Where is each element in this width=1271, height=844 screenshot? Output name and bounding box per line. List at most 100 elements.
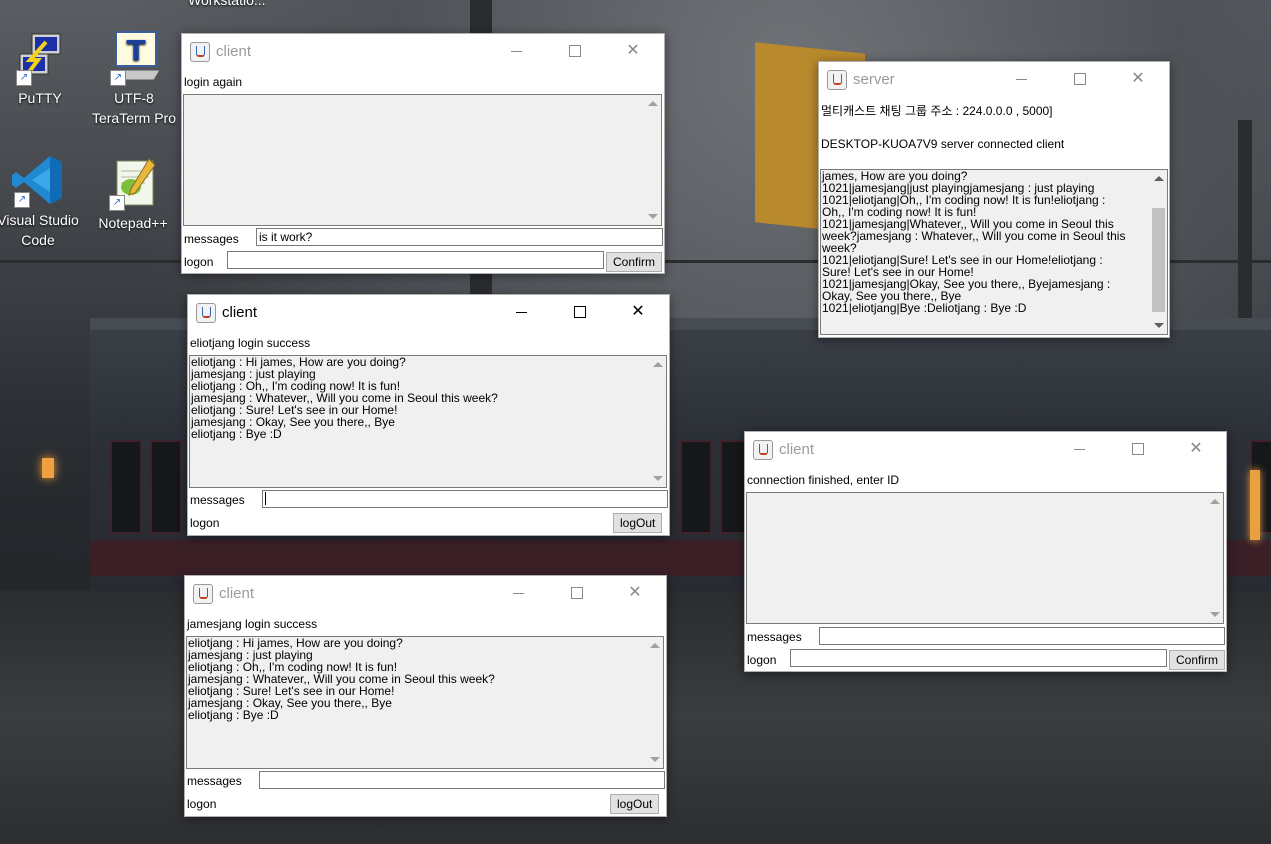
server-log[interactable]: james, How are you doing? 1021|jamesjang|… — [820, 169, 1168, 335]
scroll-up-icon[interactable] — [650, 643, 660, 648]
status-label: eliotjang login success — [190, 336, 311, 350]
maximize-button[interactable] — [1125, 438, 1151, 460]
client-window-connection-finished[interactable]: client ✕ connection finished, enter ID m… — [744, 431, 1227, 672]
minimize-button[interactable] — [506, 582, 532, 604]
scroll-up-icon[interactable] — [653, 362, 663, 367]
scroll-up-icon[interactable] — [1210, 499, 1220, 504]
shortcut-arrow-icon: ↗ — [16, 70, 32, 86]
close-button[interactable]: ✕ — [620, 40, 646, 62]
log-line: 1021|eliotjang|Bye :Deliotjang : Bye :D — [822, 301, 1027, 315]
scroll-down-icon[interactable] — [1154, 323, 1164, 328]
close-button[interactable]: ✕ — [1183, 438, 1209, 460]
shortcut-arrow-icon: ↗ — [109, 195, 125, 211]
title-bar[interactable]: client ✕ — [185, 576, 666, 610]
desktop-icon-putty[interactable]: ↗ PuTTY — [0, 30, 86, 108]
desktop-icon-label: Visual Studio Code — [0, 212, 79, 248]
chat-log[interactable] — [183, 94, 662, 226]
maximize-button[interactable] — [567, 301, 593, 323]
log-line: week?jamesjang : Whatever,, Will you com… — [822, 229, 1126, 243]
status-label: connection finished, enter ID — [747, 473, 900, 487]
log-line: eliotjang : Bye :D — [191, 427, 282, 441]
logout-button[interactable]: logOut — [613, 513, 663, 533]
minimize-button[interactable] — [504, 40, 530, 62]
title-bar[interactable]: client ✕ — [188, 295, 669, 329]
vertical-scrollbar[interactable] — [1150, 170, 1167, 334]
shortcut-arrow-icon: ↗ — [14, 192, 30, 208]
client-window-login-again[interactable]: client ✕ login again messages logon Conf… — [181, 33, 665, 274]
title-bar[interactable]: server ✕ — [819, 62, 1169, 96]
confirm-button[interactable]: Confirm — [606, 252, 663, 272]
scroll-down-icon[interactable] — [650, 757, 660, 762]
maximize-button[interactable] — [1067, 68, 1093, 90]
logon-input[interactable] — [790, 649, 1167, 667]
server-connection-status: DESKTOP-KUOA7V9 server connected client — [821, 137, 1065, 151]
close-button[interactable]: ✕ — [622, 582, 648, 604]
vscode-icon: ↗ — [10, 152, 66, 208]
svg-text:T: T — [126, 34, 145, 67]
desktop-icon-label: Notepad++ — [98, 215, 168, 231]
scroll-down-icon[interactable] — [648, 214, 658, 219]
desktop-icon-vscode[interactable]: ↗ Visual Studio Code — [0, 152, 84, 250]
close-button[interactable]: ✕ — [1125, 68, 1151, 90]
messages-label: messages — [747, 630, 802, 644]
vertical-scrollbar[interactable] — [646, 637, 663, 768]
putty-icon: ↗ — [12, 30, 68, 86]
server-window[interactable]: server ✕ 멀티캐스트 채팅 그룹 주소 : 224.0.0.0 , 50… — [818, 61, 1170, 338]
chat-log[interactable]: eliotjang : Hi james, How are you doing?… — [186, 636, 664, 769]
status-label: login again — [184, 75, 243, 89]
logon-label: logon — [184, 255, 214, 269]
chat-log-lines: eliotjang : Hi james, How are you doing?… — [191, 356, 648, 440]
scrollbar-thumb[interactable] — [1152, 208, 1165, 312]
text-caret — [265, 492, 266, 506]
vertical-scrollbar[interactable] — [649, 356, 666, 487]
minimize-button[interactable] — [1009, 68, 1035, 90]
minimize-button[interactable] — [509, 301, 535, 323]
chat-log[interactable]: eliotjang : Hi james, How are you doing?… — [189, 355, 667, 488]
desktop-icon-notepadpp[interactable]: ↗ Notepad++ — [87, 155, 179, 233]
window-title: client — [219, 585, 255, 602]
minimize-button[interactable] — [1067, 438, 1093, 460]
scroll-up-icon[interactable] — [1154, 176, 1164, 181]
client-window-jamesjang[interactable]: client ✕ jamesjang login success eliotja… — [184, 575, 667, 817]
train-window — [150, 440, 182, 534]
notepadpp-icon: ↗ — [105, 155, 161, 211]
confirm-button[interactable]: Confirm — [1169, 650, 1226, 670]
status-label: jamesjang login success — [187, 617, 318, 631]
message-input[interactable] — [819, 627, 1225, 645]
vertical-scrollbar[interactable] — [644, 95, 661, 225]
message-input[interactable] — [262, 490, 668, 508]
logon-label: logon — [747, 653, 777, 667]
server-log-lines: james, How are you doing? 1021|jamesjang|… — [822, 170, 1149, 314]
title-bar[interactable]: client ✕ — [182, 34, 664, 68]
message-input[interactable] — [259, 771, 665, 789]
message-input[interactable] — [256, 228, 663, 246]
log-line: eliotjang : Bye :D — [188, 708, 279, 722]
train-window — [110, 440, 142, 534]
scroll-up-icon[interactable] — [648, 101, 658, 106]
chat-log[interactable] — [746, 492, 1224, 624]
maximize-button[interactable] — [564, 582, 590, 604]
shortcut-arrow-icon: ↗ — [110, 70, 126, 86]
desktop-icon-teraterm[interactable]: T ↗ UTF-8 TeraTerm Pro — [88, 30, 180, 128]
scroll-down-icon[interactable] — [653, 476, 663, 481]
java-icon — [827, 70, 847, 90]
window-title: client — [216, 43, 252, 60]
scroll-down-icon[interactable] — [1210, 612, 1220, 617]
maximize-button[interactable] — [562, 40, 588, 62]
messages-label: messages — [190, 493, 245, 507]
logon-label: logon — [190, 516, 220, 530]
desktop-icon-label-workstation: Workstatio... — [188, 0, 266, 8]
logon-input[interactable] — [227, 251, 604, 269]
window-title: client — [222, 304, 258, 321]
logon-label: logon — [187, 797, 217, 811]
vertical-scrollbar[interactable] — [1206, 493, 1223, 623]
java-icon — [753, 440, 773, 460]
teraterm-icon: T ↗ — [106, 30, 162, 86]
logout-button[interactable]: logOut — [610, 794, 660, 814]
title-bar[interactable]: client ✕ — [745, 432, 1226, 466]
close-button[interactable]: ✕ — [625, 301, 651, 323]
multicast-group-info: 멀티캐스트 채팅 그룹 주소 : 224.0.0.0 , 5000] — [821, 104, 1053, 118]
window-title: client — [779, 441, 815, 458]
lamp-light — [42, 458, 54, 478]
client-window-eliotjang[interactable]: client ✕ eliotjang login success eliotja… — [187, 294, 670, 536]
